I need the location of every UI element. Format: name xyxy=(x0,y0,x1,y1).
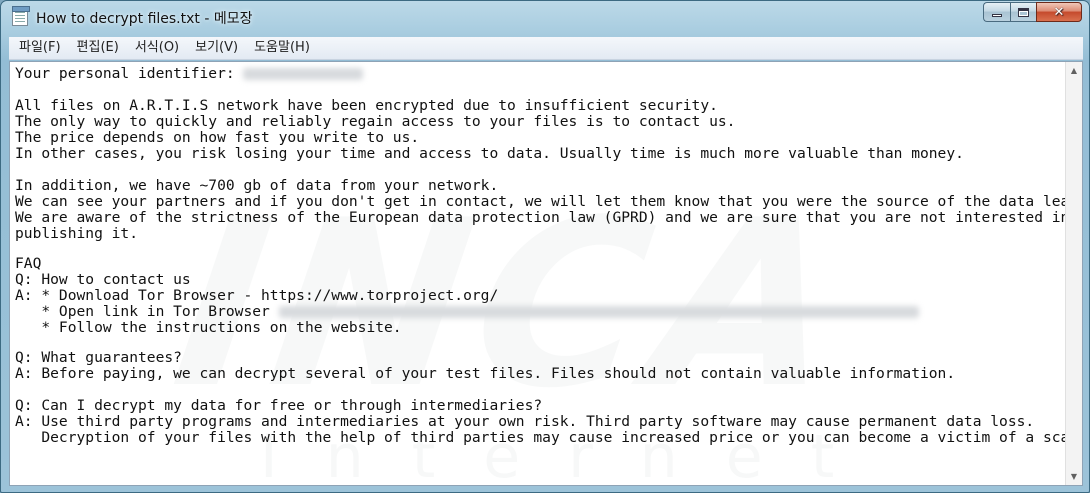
menu-format[interactable]: 서식(O) xyxy=(130,38,184,58)
text-line: All files on A.R.T.I.S network have been… xyxy=(15,97,718,114)
editor-area[interactable]: INCA Internet Your personal identifier: … xyxy=(9,61,1083,486)
text-line: Your personal identifier: xyxy=(15,66,364,82)
text-line: A: Before paying, we can decrypt several… xyxy=(15,365,956,382)
redacted-identifier xyxy=(243,68,364,80)
text-line: The only way to quickly and reliably reg… xyxy=(15,113,736,130)
minimize-icon xyxy=(992,14,1002,17)
text-line: A: Use third party programs and intermed… xyxy=(15,413,1035,430)
text-line: FAQ xyxy=(15,255,42,272)
menu-view[interactable]: 보기(V) xyxy=(190,38,243,58)
caption-buttons: ✕ xyxy=(983,2,1082,22)
maximize-icon xyxy=(1018,7,1029,17)
close-button[interactable]: ✕ xyxy=(1036,2,1082,22)
text-content[interactable]: INCA Internet Your personal identifier: … xyxy=(10,62,1067,486)
scroll-down-icon[interactable]: ▼ xyxy=(1066,468,1082,485)
window-title: How to decrypt files.txt - 메모장 xyxy=(36,11,253,27)
maximize-button[interactable] xyxy=(1010,2,1036,22)
minimize-button[interactable] xyxy=(983,2,1010,22)
scroll-up-icon[interactable]: ▲ xyxy=(1066,62,1082,79)
menu-bar: 파일(F) 편집(E) 서식(O) 보기(V) 도움말(H) xyxy=(9,37,1083,60)
text-line: In other cases, you risk losing your tim… xyxy=(15,145,964,162)
redacted-onion-link xyxy=(278,306,919,318)
close-icon: ✕ xyxy=(1053,4,1065,20)
text-line: Q: What guarantees? xyxy=(15,349,182,366)
text-line: We are aware of the strictness of the Eu… xyxy=(15,209,1067,226)
text-line: We can see your partners and if you don'… xyxy=(15,193,1067,210)
text-line: The price depends on how fast you write … xyxy=(15,129,420,146)
menu-edit[interactable]: 편집(E) xyxy=(72,38,124,58)
text-line: * Follow the instructions on the website… xyxy=(15,319,402,336)
text-line: * Open link in Tor Browser xyxy=(15,304,919,320)
vertical-scrollbar[interactable]: ▲ ▼ xyxy=(1065,62,1082,485)
text-line: In addition, we have ~700 gb of data fro… xyxy=(15,177,499,194)
title-bar[interactable]: How to decrypt files.txt - 메모장 ✕ xyxy=(1,1,1089,33)
notepad-window: How to decrypt files.txt - 메모장 ✕ 파일(F) 편… xyxy=(0,0,1090,493)
text-line: A: * Download Tor Browser - https://www.… xyxy=(15,287,499,304)
text-line: Decryption of your files with the help o… xyxy=(15,429,1067,446)
text-line: Q: Can I decrypt my data for free or thr… xyxy=(15,397,543,414)
notepad-icon xyxy=(12,6,30,26)
text-line: publishing it. xyxy=(15,225,139,242)
menu-file[interactable]: 파일(F) xyxy=(14,38,66,58)
text-line: Q: How to contact us xyxy=(15,271,191,288)
menu-help[interactable]: 도움말(H) xyxy=(249,38,315,58)
